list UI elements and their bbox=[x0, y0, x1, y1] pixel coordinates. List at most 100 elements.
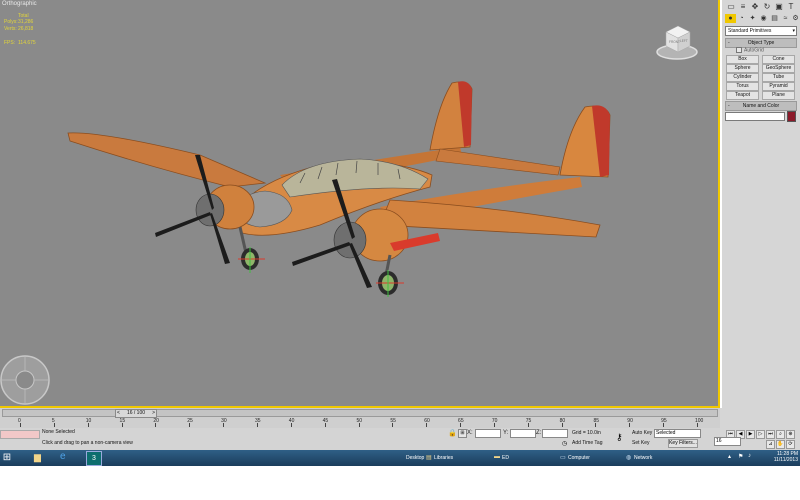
time-slider-next[interactable]: > bbox=[152, 410, 155, 417]
viewcube-face-left[interactable]: LEFT bbox=[680, 39, 688, 43]
tray-volume-icon[interactable]: ♪ bbox=[748, 453, 751, 459]
frame-tick bbox=[290, 423, 292, 427]
key-filters-button[interactable]: Key Filters... bbox=[668, 439, 698, 448]
pan-icon[interactable]: ✋ bbox=[776, 440, 785, 449]
move-icon[interactable]: ✥ bbox=[750, 2, 760, 12]
z-label: Z: bbox=[536, 430, 542, 436]
absolute-mode-icon[interactable]: ⊞ bbox=[458, 429, 467, 438]
time-slider-prev[interactable]: < bbox=[117, 410, 120, 417]
time-slider-label: 16 / 100 bbox=[126, 410, 146, 416]
command-panel: ▭ ≡ ✥ ↻ ▣ T ● ◔ ✦ ◉ ▤ ≈ ⚙ Standard Primi… bbox=[722, 0, 800, 408]
play-icon[interactable]: ▶ bbox=[746, 430, 755, 439]
select-object-icon[interactable]: ▭ bbox=[726, 2, 736, 12]
render-icon[interactable]: ▣ bbox=[774, 2, 784, 12]
text-tool-icon[interactable]: T bbox=[786, 2, 796, 12]
go-to-end-icon[interactable]: ⏭ bbox=[766, 430, 775, 439]
viewcube-face-front[interactable]: FRONT bbox=[669, 40, 680, 44]
name-color-rollout[interactable]: - Name and Color bbox=[725, 101, 797, 111]
tray-arrow-icon[interactable]: ▴ bbox=[728, 453, 731, 460]
autogrid-label: AutoGrid bbox=[744, 47, 764, 54]
frame-tick bbox=[697, 423, 698, 427]
chevron-down-icon: ▾ bbox=[792, 28, 795, 34]
taskbar-clock[interactable]: 11:28 PM 11/11/2013 bbox=[762, 451, 798, 463]
x-label: X: bbox=[467, 430, 473, 436]
frame-tick bbox=[87, 423, 89, 427]
z-coordinate-field[interactable] bbox=[542, 429, 568, 438]
plane-button[interactable]: Plane bbox=[762, 91, 795, 100]
zoom-all-icon[interactable]: ⊕ bbox=[786, 430, 795, 439]
start-button-icon[interactable]: ⊞ bbox=[0, 450, 14, 466]
aircraft-model[interactable] bbox=[60, 75, 620, 305]
cameras-tab-icon[interactable]: ◉ bbox=[758, 14, 769, 23]
time-tag-icon: ◷ bbox=[562, 441, 568, 447]
folder-icon: ▬ bbox=[494, 454, 500, 460]
next-frame-icon[interactable]: ▷ bbox=[756, 430, 765, 439]
cylinder-button[interactable]: Cylinder bbox=[726, 73, 759, 82]
key-selection-dropdown[interactable]: Selected bbox=[654, 429, 701, 438]
viewcube-icon[interactable]: FRONT LEFT bbox=[654, 20, 700, 62]
network-icon: ◍ bbox=[626, 455, 632, 461]
lights-tab-icon[interactable]: ✦ bbox=[747, 14, 758, 23]
timeline: < 16 / 100 > 0 5 10 15 20 25 30 35 40 45 50 55 60 65 7… bbox=[0, 408, 720, 428]
perspective-viewport[interactable]: Orthographic Total Polys: 31,286 Verts: … bbox=[0, 0, 720, 408]
systems-tab-icon[interactable]: ⚙ bbox=[790, 14, 800, 23]
auto-key-button[interactable]: Auto Key bbox=[632, 430, 652, 436]
add-time-tag[interactable]: Add Time Tag bbox=[572, 440, 602, 446]
x-coordinate-field[interactable] bbox=[475, 429, 501, 438]
helpers-tab-icon[interactable]: ▤ bbox=[769, 14, 780, 23]
frame-tick bbox=[155, 423, 157, 427]
field-of-view-icon[interactable]: ⊿ bbox=[766, 440, 775, 449]
time-slider-track[interactable] bbox=[2, 409, 718, 417]
3dsmax-taskbar-icon[interactable]: 3 bbox=[86, 451, 102, 466]
geosphere-button[interactable]: GeoSphere bbox=[762, 64, 795, 73]
object-name-input[interactable] bbox=[725, 112, 785, 121]
torus-button[interactable]: Torus bbox=[726, 82, 759, 91]
geometry-tab-icon[interactable]: ● bbox=[725, 14, 736, 23]
taskbar-network[interactable]: Network bbox=[634, 450, 652, 466]
cone-button[interactable]: Cone bbox=[762, 55, 795, 64]
time-slider[interactable]: < 16 / 100 > bbox=[115, 409, 157, 418]
taskbar-ed[interactable]: ED bbox=[502, 450, 509, 466]
name-color-title: Name and Color bbox=[742, 103, 780, 109]
taskbar-computer[interactable]: Computer bbox=[568, 450, 590, 466]
viewport-label[interactable]: Orthographic bbox=[2, 1, 37, 7]
current-frame-field[interactable]: 16 bbox=[714, 437, 741, 446]
rotate-icon[interactable]: ↻ bbox=[762, 2, 772, 12]
zoom-icon[interactable]: ⌕ bbox=[776, 430, 785, 439]
maxscript-listener[interactable] bbox=[0, 430, 40, 439]
frame-tick bbox=[121, 423, 123, 427]
internet-explorer-icon[interactable]: e bbox=[60, 451, 66, 462]
frame-tick bbox=[358, 423, 360, 427]
object-color-swatch[interactable] bbox=[787, 111, 796, 122]
key-icon[interactable]: ⚷ bbox=[616, 432, 623, 443]
taskbar-libraries[interactable]: Libraries bbox=[434, 450, 453, 466]
stats-verts-label: Verts: bbox=[4, 26, 17, 32]
frame-tick bbox=[20, 423, 21, 427]
primitive-type-dropdown[interactable]: Standard Primitives ▾ bbox=[725, 26, 797, 36]
box-button[interactable]: Box bbox=[726, 55, 759, 64]
select-name-icon[interactable]: ≡ bbox=[738, 2, 748, 12]
teapot-button[interactable]: Teapot bbox=[726, 91, 759, 100]
frame-tick bbox=[663, 423, 665, 427]
prompt-line: Click and drag to pan a non-camera view bbox=[42, 440, 133, 446]
shapes-tab-icon[interactable]: ◔ bbox=[736, 14, 747, 23]
taskbar-desktop[interactable]: Desktop bbox=[406, 450, 424, 466]
set-key-button[interactable]: Set Key bbox=[632, 440, 650, 446]
frame-tick bbox=[324, 423, 326, 427]
frame-tick bbox=[493, 423, 495, 427]
tube-button[interactable]: Tube bbox=[762, 73, 795, 82]
pyramid-button[interactable]: Pyramid bbox=[762, 82, 795, 91]
frame-tick bbox=[527, 423, 529, 427]
lock-selection-icon[interactable]: 🔒 bbox=[448, 429, 457, 437]
orbit-icon[interactable]: ⟳ bbox=[786, 440, 795, 449]
frame-ruler[interactable]: 0 5 10 15 20 25 30 35 40 45 50 55 60 65 70 75 80 85 90 95 10… bbox=[0, 418, 720, 428]
steering-wheel-icon[interactable] bbox=[0, 352, 58, 408]
computer-icon: ▭ bbox=[560, 455, 566, 461]
y-coordinate-field[interactable] bbox=[510, 429, 536, 438]
sphere-button[interactable]: Sphere bbox=[726, 64, 759, 73]
autogrid-checkbox[interactable]: AutoGrid bbox=[736, 47, 764, 53]
windows-taskbar bbox=[0, 450, 800, 466]
libraries-icon: ▤ bbox=[426, 455, 432, 461]
tray-flag-icon[interactable]: ⚑ bbox=[738, 453, 743, 460]
explorer-icon[interactable]: ▆ bbox=[34, 452, 41, 463]
